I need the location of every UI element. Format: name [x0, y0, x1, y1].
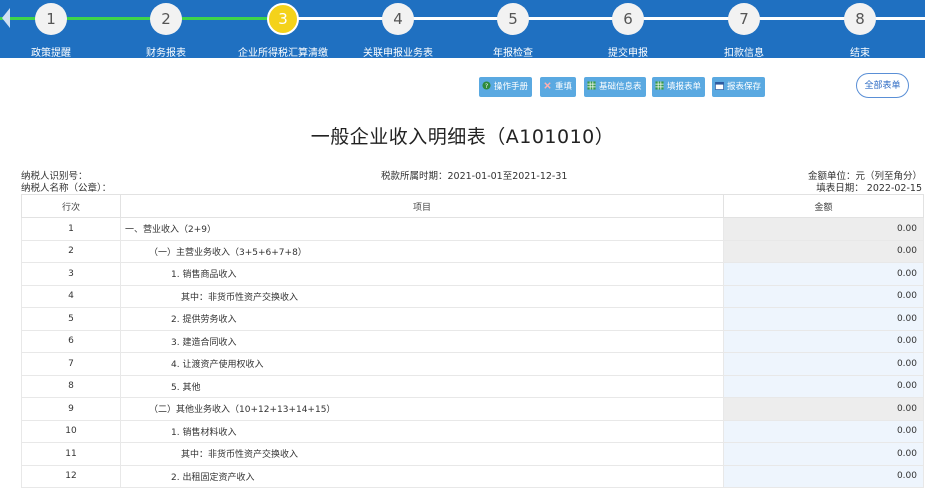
table-row: 8 5. 其他 0.00 [21, 374, 924, 398]
row-amount-input[interactable]: 0.00 [723, 284, 924, 308]
calendar-save-icon [715, 81, 724, 90]
fill-form-button[interactable]: 填报表单 [652, 77, 706, 97]
table-row: 4 其中：非货币性资产交换收入 0.00 [21, 284, 924, 308]
table-row: 1 一、营业收入（2+9） 0.00 [21, 217, 924, 241]
basic-info-button-label: 基础信息表 [599, 82, 642, 92]
step-1-label[interactable]: 政策提醒 [0, 44, 106, 59]
row-item: 2. 提供劳务收入 [120, 307, 724, 331]
row-number: 7 [21, 352, 121, 376]
row-amount-input[interactable]: 0.00 [723, 352, 924, 376]
revoke-button[interactable]: 重填 [540, 77, 577, 97]
manual-button-label: 操作手册 [494, 82, 529, 92]
row-number: 9 [21, 397, 121, 421]
step-5-label[interactable]: 年报检查 [458, 44, 568, 59]
step-3-circle-active[interactable]: 3 [267, 3, 299, 35]
row-amount-input[interactable]: 0.00 [723, 329, 924, 353]
step-7-circle[interactable]: 7 [728, 3, 760, 35]
taxpayer-name-label: 纳税人名称（公章）： [21, 183, 112, 194]
table-row: 5 2. 提供劳务收入 0.00 [21, 307, 924, 331]
manual-button[interactable]: ? 操作手册 [479, 77, 533, 97]
table-row: 9 （二）其他业务收入（10+12+13+14+15） 0.00 [21, 397, 924, 421]
row-item: 一、营业收入（2+9） [120, 217, 724, 241]
progress-header: 1 2 3 4 5 6 7 8 政策提醒 财务报表 企业所得税汇算清缴 关联申报… [0, 0, 925, 59]
row-item: 4. 让渡资产使用权收入 [120, 352, 724, 376]
tax-period: 税款所属时期：2021-01-01至2021-12-31 [381, 171, 568, 182]
row-item: 5. 其他 [120, 374, 724, 398]
table-row: 10 1. 销售材料收入 0.00 [21, 419, 924, 443]
row-amount-input[interactable]: 0.00 [723, 374, 924, 398]
row-number: 2 [21, 239, 121, 263]
step-7-label[interactable]: 扣款信息 [689, 44, 799, 59]
row-item: （一）主营业务收入（3+5+6+7+8） [120, 239, 724, 263]
row-amount-calculated: 0.00 [723, 217, 924, 241]
fill-date: 填表日期： 2022-02-15 [816, 183, 922, 194]
row-amount-input[interactable]: 0.00 [723, 307, 924, 331]
step-2-circle[interactable]: 2 [150, 3, 182, 35]
table-row: 12 2. 出租固定资产收入 0.00 [21, 464, 924, 488]
save-button[interactable]: 报表保存 [712, 77, 766, 97]
step-3-label[interactable]: 企业所得税汇算清缴 [228, 44, 338, 59]
row-item: 1. 销售材料收入 [120, 419, 724, 443]
header-item: 项目 [120, 194, 724, 218]
row-number: 8 [21, 374, 121, 398]
save-button-label: 报表保存 [727, 82, 762, 92]
row-number: 6 [21, 329, 121, 353]
row-item: 1. 销售商品收入 [120, 262, 724, 286]
row-number: 1 [21, 217, 121, 241]
income-detail-table: 行次 项目 金额 1 一、营业收入（2+9） 0.00 2 （一）主营业务收入（3+5+… [21, 194, 924, 488]
row-item: 其中：非货币性资产交换收入 [120, 442, 724, 466]
fill-form-button-label: 填报表单 [667, 82, 702, 92]
step-8-circle[interactable]: 8 [844, 3, 876, 35]
row-amount-input[interactable]: 0.00 [723, 442, 924, 466]
revoke-button-label: 重填 [555, 82, 573, 92]
svg-text:?: ? [485, 83, 488, 90]
grid-table-icon [655, 81, 664, 90]
row-item: 3. 建造合同收入 [120, 329, 724, 353]
row-number: 4 [21, 284, 121, 308]
row-amount-input[interactable]: 0.00 [723, 419, 924, 443]
row-amount-input[interactable]: 0.00 [723, 262, 924, 286]
row-amount-calculated: 0.00 [723, 397, 924, 421]
table-row: 11 其中：非货币性资产交换收入 0.00 [21, 442, 924, 466]
basic-info-button[interactable]: 基础信息表 [584, 77, 646, 97]
grid-table-icon [587, 81, 596, 90]
step-6-circle[interactable]: 6 [612, 3, 644, 35]
step-4-label[interactable]: 关联申报业务表 [343, 44, 453, 59]
row-number: 11 [21, 442, 121, 466]
step-5-circle[interactable]: 5 [497, 3, 529, 35]
all-forms-button[interactable]: 全部表单 [856, 73, 909, 98]
row-item: 2. 出租固定资产收入 [120, 464, 724, 488]
step-8-label[interactable]: 结束 [805, 44, 915, 59]
header-amount: 金额 [723, 194, 924, 218]
row-amount-input[interactable]: 0.00 [723, 464, 924, 488]
header-row-no: 行次 [21, 194, 121, 218]
close-icon [544, 82, 551, 89]
step-6-label[interactable]: 提交申报 [573, 44, 683, 59]
table-row: 2 （一）主营业务收入（3+5+6+7+8） 0.00 [21, 239, 924, 263]
row-number: 10 [21, 419, 121, 443]
row-item: 其中：非货币性资产交换收入 [120, 284, 724, 308]
table-row: 7 4. 让渡资产使用权收入 0.00 [21, 352, 924, 376]
row-item: （二）其他业务收入（10+12+13+14+15） [120, 397, 724, 421]
back-arrow-icon[interactable] [2, 8, 10, 28]
row-number: 12 [21, 464, 121, 488]
step-1-circle[interactable]: 1 [35, 3, 67, 35]
table-row: 3 1. 销售商品收入 0.00 [21, 262, 924, 286]
table-row: 6 3. 建造合同收入 0.00 [21, 329, 924, 353]
form-title: 一般企业收入明细表（A101010） [310, 126, 615, 148]
row-amount-calculated: 0.00 [723, 239, 924, 263]
row-number: 5 [21, 307, 121, 331]
table-header-row: 行次 项目 金额 [21, 194, 924, 218]
row-number: 3 [21, 262, 121, 286]
step-2-label[interactable]: 财务报表 [111, 44, 221, 59]
question-circle-icon: ? [482, 81, 491, 90]
step-4-circle[interactable]: 4 [382, 3, 414, 35]
